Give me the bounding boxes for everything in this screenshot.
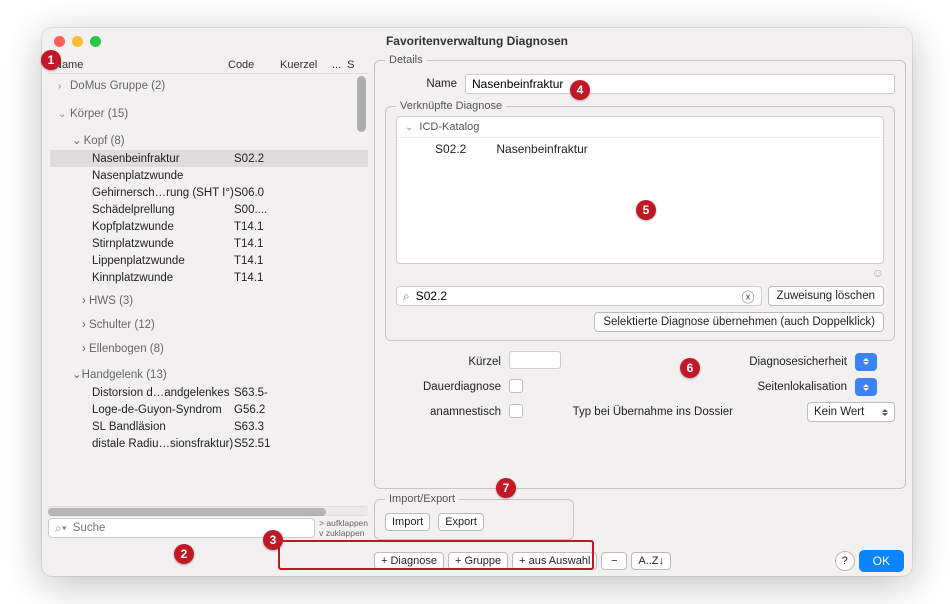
typ-select[interactable]: Kein Wert [807,402,895,422]
tree-row[interactable]: Distorsion d…andgelenkesS63.5- [50,384,368,401]
annotation-marker-4: 4 [570,80,590,100]
icd-search-row: ⌕ ⓧ Zuweisung löschen [396,286,884,306]
anam-label: anamnestisch [385,406,505,418]
expand-all[interactable]: > aufklappen [319,519,368,528]
name-label: Name [385,78,457,90]
expand-collapse[interactable]: > aufklappen v zuklappen [319,519,368,538]
tree-row[interactable]: Gehirnersch…rung (SHT I°)S06.0 [50,184,368,201]
tree-columns: Name Code Kuerzel ... S [48,54,368,74]
name-row: Name [385,74,895,94]
options-grid: Kürzel Diagnosesicherheit Dauerdiagnose … [385,351,895,422]
annotation-marker-3: 3 [263,530,283,550]
catalog-label: ICD-Katalog [419,121,479,133]
linked-head[interactable]: ⌄ ICD-Katalog [397,117,883,138]
icd-search-input[interactable] [414,288,738,304]
ds-select[interactable] [855,353,877,371]
left-pane: Name Code Kuerzel ... S ›DoMus Gruppe (2… [48,54,368,540]
linked-legend: Verknüpfte Diagnose [396,100,506,112]
content: Name Code Kuerzel ... S ›DoMus Gruppe (2… [42,54,912,546]
typ-value: Kein Wert [814,406,864,418]
linked-row[interactable]: S02.2 Nasenbeinfraktur [397,138,883,160]
tree-scroll[interactable]: ›DoMus Gruppe (2) ⌄Körper (15) ⌄Kopf (8)… [48,74,368,506]
linked-fieldset: Verknüpfte Diagnose ⌄ ICD-Katalog S02.2 … [385,100,895,341]
col-name[interactable]: Name [48,59,228,71]
linked-list[interactable]: ⌄ ICD-Katalog S02.2 Nasenbeinfraktur [396,116,884,264]
linked-text: Nasenbeinfraktur [496,142,587,156]
take-diagnosis-button[interactable]: Selektierte Diagnose übernehmen (auch Do… [594,312,884,332]
tree-row[interactable]: SL BandläsionS63.3 [50,418,368,435]
take-row: Selektierte Diagnose übernehmen (auch Do… [396,312,884,332]
annotation-marker-7: 7 [496,478,516,498]
remove-button[interactable]: − [601,552,627,570]
collapse-all[interactable]: v zuklappen [319,529,368,538]
tree: ›DoMus Gruppe (2) ⌄Körper (15) ⌄Kopf (8)… [48,74,368,506]
right-pane: Details Name Verknüpfte Diagnose ⌄ ICD-K… [374,54,906,540]
add-diagnose-button[interactable]: + Diagnose [374,552,444,570]
group-koerper[interactable]: ⌄Körper (15) [50,104,368,124]
sl-select[interactable] [855,378,877,396]
import-button[interactable]: Import [385,513,430,531]
tree-hscroll[interactable] [48,506,368,516]
kuerzel-input[interactable] [509,351,561,369]
clear-icon[interactable]: ⓧ [742,287,755,306]
group-schulter[interactable]: › Schulter (12) [50,316,368,334]
impexp-fieldset: Import/Export Import Export [374,493,574,540]
tree-row[interactable]: KopfplatzwundeT14.1 [50,218,368,235]
search-icon: ⌕▾ [55,521,67,536]
anam-checkbox[interactable] [509,404,523,418]
annotation-marker-2: 2 [174,544,194,564]
col-kuerzel[interactable]: Kuerzel [280,59,332,71]
search-icon: ⌕ [403,289,410,304]
dauer-label: Dauerdiagnose [385,381,505,393]
chevron-down-icon: ⌄ [405,122,413,133]
group-ellenbogen[interactable]: › Ellenbogen (8) [50,340,368,358]
typ-label: Typ bei Übernahme ins Dossier [553,406,737,418]
name-input[interactable] [465,74,895,94]
tree-row[interactable]: distale Radiu…sionsfraktur)S52.51 [50,435,368,452]
tree-row[interactable]: SchädelprellungS00.... [50,201,368,218]
sort-button[interactable]: A..Z↓ [631,552,671,570]
dialog-window: Favoritenverwaltung Diagnosen Name Code … [42,28,912,576]
impexp-legend: Import/Export [385,493,459,505]
annotation-marker-6: 6 [680,358,700,378]
bottom-bar: + Diagnose + Gruppe + aus Auswahl − A..Z… [42,546,912,576]
tree-row[interactable]: Loge-de-Guyon-SyndromG56.2 [50,401,368,418]
ds-label: Diagnosesicherheit [741,356,851,368]
col-dots[interactable]: ... [332,59,341,71]
clear-assignment-button[interactable]: Zuweisung löschen [768,286,884,306]
ok-button[interactable]: OK [859,550,904,572]
toolbar: + Diagnose + Gruppe + aus Auswahl − A..Z… [374,552,671,570]
tree-row[interactable]: LippenplatzwundeT14.1 [50,252,368,269]
tree-row[interactable]: Nasenplatzwunde [50,167,368,184]
add-from-selection-button[interactable]: + aus Auswahl [512,552,597,570]
export-button[interactable]: Export [438,513,484,531]
tree-row[interactable]: KinnplatzwundeT14.1 [50,269,368,286]
titlebar: Favoritenverwaltung Diagnosen [42,28,912,54]
group-domus[interactable]: ›DoMus Gruppe (2) [50,76,368,96]
help-button[interactable]: ? [835,551,855,571]
col-s[interactable]: S [347,59,354,71]
smile-icon: ☺ [872,266,884,280]
add-gruppe-button[interactable]: + Gruppe [448,552,508,570]
sl-label: Seitenlokalisation [741,381,851,393]
group-handgelenk[interactable]: ⌄Handgelenk (13) [50,364,368,384]
details-fieldset: Details Name Verknüpfte Diagnose ⌄ ICD-K… [374,54,906,489]
annotation-marker-1: 1 [41,50,61,70]
linked-code: S02.2 [435,142,466,156]
col-code[interactable]: Code [228,59,280,71]
tree-row[interactable]: NasenbeinfrakturS02.2 [50,150,368,167]
window-title: Favoritenverwaltung Diagnosen [42,34,912,48]
details-legend: Details [385,54,427,66]
kuerzel-label: Kürzel [385,356,505,368]
icd-search-box[interactable]: ⌕ ⓧ [396,286,762,306]
left-bottom: ⌕▾ > aufklappen v zuklappen [48,516,368,540]
group-kopf[interactable]: ⌄Kopf (8) [50,130,368,150]
tree-row[interactable]: StirnplatzwundeT14.1 [50,235,368,252]
annotation-marker-5: 5 [636,200,656,220]
tree-scrollbar-thumb[interactable] [357,76,366,132]
dauer-checkbox[interactable] [509,379,523,393]
group-hws[interactable]: › HWS (3) [50,292,368,310]
